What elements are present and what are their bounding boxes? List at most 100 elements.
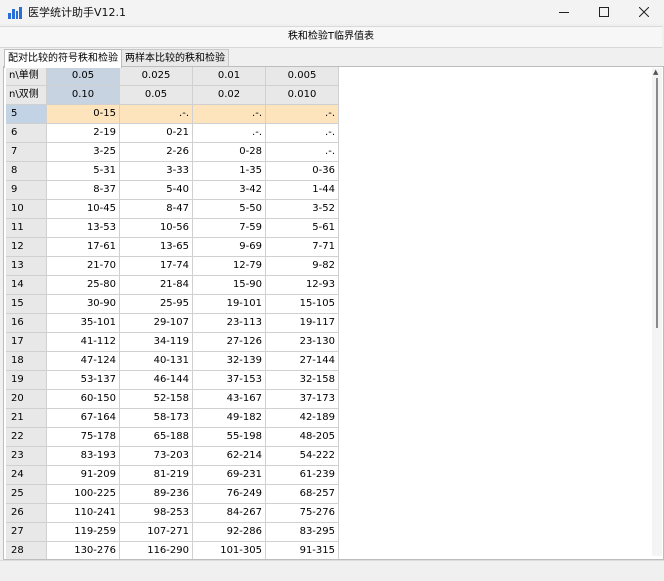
table-cell[interactable]: 13-65 bbox=[120, 238, 193, 257]
row-header-n[interactable]: 17 bbox=[6, 333, 47, 352]
table-cell[interactable]: 107-271 bbox=[120, 523, 193, 542]
table-cell[interactable]: 8-37 bbox=[47, 181, 120, 200]
header-cell[interactable]: 0.05 bbox=[47, 67, 120, 86]
table-cell[interactable]: 15-105 bbox=[266, 295, 339, 314]
row-header-n[interactable]: 24 bbox=[6, 466, 47, 485]
tab-signed-rank[interactable]: 配对比较的符号秩和检验 bbox=[4, 49, 122, 68]
row-header-n[interactable]: 26 bbox=[6, 504, 47, 523]
table-cell[interactable]: 32-139 bbox=[193, 352, 266, 371]
table-row[interactable]: 27 119-259 107-271 92-286 83-295 bbox=[6, 523, 339, 542]
row-header-n[interactable]: 20 bbox=[6, 390, 47, 409]
table-cell[interactable]: 19-117 bbox=[266, 314, 339, 333]
close-button[interactable] bbox=[624, 0, 664, 24]
table-row[interactable]: 9 8-37 5-40 3-42 1-44 bbox=[6, 181, 339, 200]
table-cell[interactable]: .-. bbox=[266, 105, 339, 124]
header-cell[interactable]: 0.05 bbox=[120, 86, 193, 105]
table-cell[interactable]: 12-93 bbox=[266, 276, 339, 295]
table-cell[interactable]: 27-126 bbox=[193, 333, 266, 352]
table-cell[interactable]: 1-35 bbox=[193, 162, 266, 181]
table-cell[interactable]: 10-56 bbox=[120, 219, 193, 238]
table-cell[interactable]: .-. bbox=[266, 143, 339, 162]
table-cell[interactable]: 5-61 bbox=[266, 219, 339, 238]
table-cell[interactable]: 81-219 bbox=[120, 466, 193, 485]
row-header-n[interactable]: 25 bbox=[6, 485, 47, 504]
row-header-n[interactable]: 7 bbox=[6, 143, 47, 162]
table-cell[interactable]: 32-158 bbox=[266, 371, 339, 390]
table-cell[interactable]: 0-28 bbox=[193, 143, 266, 162]
table-cell[interactable]: 98-253 bbox=[120, 504, 193, 523]
row-header-n[interactable]: 19 bbox=[6, 371, 47, 390]
table-cell[interactable]: 37-173 bbox=[266, 390, 339, 409]
table-cell[interactable]: 27-144 bbox=[266, 352, 339, 371]
table-row[interactable]: 22 75-178 65-188 55-198 48-205 bbox=[6, 428, 339, 447]
table-cell[interactable]: 3-25 bbox=[47, 143, 120, 162]
header-cell[interactable]: 0.01 bbox=[193, 67, 266, 86]
table-row[interactable]: 11 13-53 10-56 7-59 5-61 bbox=[6, 219, 339, 238]
table-cell[interactable]: 49-182 bbox=[193, 409, 266, 428]
table-cell[interactable]: 130-276 bbox=[47, 542, 120, 559]
table-cell[interactable]: 30-90 bbox=[47, 295, 120, 314]
table-cell[interactable]: 5-50 bbox=[193, 200, 266, 219]
table-cell[interactable]: 52-158 bbox=[120, 390, 193, 409]
row-header-n[interactable]: 10 bbox=[6, 200, 47, 219]
table-cell[interactable]: 15-90 bbox=[193, 276, 266, 295]
table-row[interactable]: 6 2-19 0-21 .-. .-. bbox=[6, 124, 339, 143]
table-cell[interactable]: 100-225 bbox=[47, 485, 120, 504]
table-cell[interactable]: 29-107 bbox=[120, 314, 193, 333]
row-header-n[interactable]: 13 bbox=[6, 257, 47, 276]
table-cell[interactable]: 83-295 bbox=[266, 523, 339, 542]
table-cell[interactable]: 13-53 bbox=[47, 219, 120, 238]
table-cell[interactable]: 42-189 bbox=[266, 409, 339, 428]
table-cell[interactable]: .-. bbox=[120, 105, 193, 124]
table-cell[interactable]: 48-205 bbox=[266, 428, 339, 447]
table-cell[interactable]: 91-315 bbox=[266, 542, 339, 559]
table-cell[interactable]: 61-239 bbox=[266, 466, 339, 485]
row-header-n[interactable]: 5 bbox=[6, 105, 47, 124]
header-cell[interactable]: 0.10 bbox=[47, 86, 120, 105]
table-cell[interactable]: 75-178 bbox=[47, 428, 120, 447]
table-cell[interactable]: .-. bbox=[266, 124, 339, 143]
table-cell[interactable]: 110-241 bbox=[47, 504, 120, 523]
table-row[interactable]: 26 110-241 98-253 84-267 75-276 bbox=[6, 504, 339, 523]
table-cell[interactable]: 62-214 bbox=[193, 447, 266, 466]
row-header-n[interactable]: 14 bbox=[6, 276, 47, 295]
table-cell[interactable]: 41-112 bbox=[47, 333, 120, 352]
table-cell[interactable]: 3-52 bbox=[266, 200, 339, 219]
table-cell[interactable]: 40-131 bbox=[120, 352, 193, 371]
row-header-n[interactable]: 11 bbox=[6, 219, 47, 238]
minimize-button[interactable] bbox=[544, 0, 584, 24]
table-cell[interactable]: 2-26 bbox=[120, 143, 193, 162]
table-row[interactable]: 15 30-90 25-95 19-101 15-105 bbox=[6, 295, 339, 314]
table-cell[interactable]: 84-267 bbox=[193, 504, 266, 523]
row-header-n[interactable]: 6 bbox=[6, 124, 47, 143]
table-cell[interactable]: 5-31 bbox=[47, 162, 120, 181]
table-cell[interactable]: 73-203 bbox=[120, 447, 193, 466]
table-cell[interactable]: 21-70 bbox=[47, 257, 120, 276]
table-cell[interactable]: .-. bbox=[193, 124, 266, 143]
table-cell[interactable]: 35-101 bbox=[47, 314, 120, 333]
table-cell[interactable]: 3-33 bbox=[120, 162, 193, 181]
table-cell[interactable]: 58-173 bbox=[120, 409, 193, 428]
table-row[interactable]: 12 17-61 13-65 9-69 7-71 bbox=[6, 238, 339, 257]
table-cell[interactable]: 0-21 bbox=[120, 124, 193, 143]
table-cell[interactable]: 76-249 bbox=[193, 485, 266, 504]
critical-value-grid[interactable]: n\单侧 0.05 0.025 0.01 0.005 n\双侧 0.10 0.05 0.02 0.… bbox=[6, 67, 339, 559]
table-cell[interactable]: 7-59 bbox=[193, 219, 266, 238]
row-header-n[interactable]: 9 bbox=[6, 181, 47, 200]
table-row[interactable]: 7 3-25 2-26 0-28 .-. bbox=[6, 143, 339, 162]
table-row[interactable]: 16 35-101 29-107 23-113 19-117 bbox=[6, 314, 339, 333]
scrollbar-thumb[interactable] bbox=[656, 78, 658, 328]
table-cell[interactable]: 9-69 bbox=[193, 238, 266, 257]
table-cell[interactable]: 3-42 bbox=[193, 181, 266, 200]
table-cell[interactable]: 69-231 bbox=[193, 466, 266, 485]
table-row[interactable]: 19 53-137 46-144 37-153 32-158 bbox=[6, 371, 339, 390]
table-cell[interactable]: 34-119 bbox=[120, 333, 193, 352]
table-cell[interactable]: 7-71 bbox=[266, 238, 339, 257]
table-row[interactable]: 25 100-225 89-236 76-249 68-257 bbox=[6, 485, 339, 504]
table-cell[interactable]: 5-40 bbox=[120, 181, 193, 200]
table-cell[interactable]: 0-36 bbox=[266, 162, 339, 181]
table-row[interactable]: 8 5-31 3-33 1-35 0-36 bbox=[6, 162, 339, 181]
header-corner-cell[interactable]: n\单侧 bbox=[6, 67, 47, 86]
table-cell[interactable]: 17-74 bbox=[120, 257, 193, 276]
header-corner-cell[interactable]: n\双侧 bbox=[6, 86, 47, 105]
